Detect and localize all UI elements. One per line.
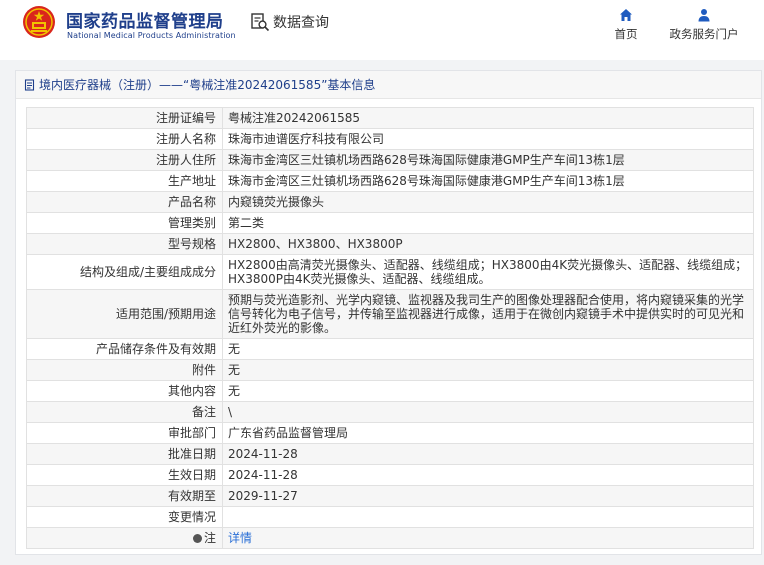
data-query-link[interactable]: 数据查询 [250,11,329,33]
field-label: 其他内容 [26,380,223,402]
data-query-label: 数据查询 [273,15,329,31]
field-label: 产品名称 [26,191,223,213]
field-value: 2024-11-28 [222,443,754,465]
field-label: 审批部门 [26,422,223,444]
national-emblem-icon [23,6,55,38]
field-value-note: 详情 [222,527,754,549]
nav-home[interactable]: 首页 [606,8,646,42]
home-icon [620,9,632,21]
table-row: 产品名称 内窥镜荧光摄像头 [26,191,754,213]
field-label: 注册人住所 [26,149,223,171]
table-row: 批准日期 2024-11-28 [26,443,754,465]
table-row: 型号规格 HX2800、HX3800、HX3800P [26,233,754,255]
table-row: 结构及组成/主要组成成分 HX2800由高清荧光摄像头、适配器、线缆组成；HX3… [26,254,754,290]
field-value: 无 [222,380,754,402]
table-row: 产品储存条件及有效期 无 [26,338,754,360]
field-value: \ [222,401,754,423]
table-row: 生效日期 2024-11-28 [26,464,754,486]
field-label: 备注 [26,401,223,423]
document-search-icon [251,13,270,32]
registration-info-table: 注册证编号 粤械注准20242061585 注册人名称 珠海市迪谱医疗科技有限公… [26,107,754,549]
field-value: 粤械注准20242061585 [222,107,754,129]
nav-portal-label: 政务服务门户 [669,27,739,41]
brand-title: 国家药品监督管理局 [66,12,224,32]
table-row: 变更情况 [26,506,754,528]
field-value: 珠海市迪谱医疗科技有限公司 [222,128,754,150]
site-header: 国家药品监督管理局 National Medical Products Admi… [0,0,764,52]
field-label: 变更情况 [26,506,223,528]
breadcrumb-text: 境内医疗器械（注册）——“粤械注准20242061585”基本信息 [39,78,376,92]
field-value: 内窥镜荧光摄像头 [222,191,754,213]
field-value: 2024-11-28 [222,464,754,486]
field-value: 预期与荧光造影剂、光学内窥镜、监视器及我司生产的图像处理器配合使用，将内窥镜采集… [222,289,754,339]
field-label: 注册证编号 [26,107,223,129]
nav-home-label: 首页 [614,27,638,41]
field-label: 批准日期 [26,443,223,465]
table-row: 附件 无 [26,359,754,381]
table-row: 有效期至 2029-11-27 [26,485,754,507]
field-label: 管理类别 [26,212,223,234]
field-label: 附件 [26,359,223,381]
brand-subtitle: National Medical Products Administration [67,31,236,40]
field-value: 珠海市金湾区三灶镇机场西路628号珠海国际健康港GMP生产车间13栋1层 [222,170,754,192]
note-label: 注 [203,531,216,545]
table-row: 管理类别 第二类 [26,212,754,234]
field-value: 广东省药品监督管理局 [222,422,754,444]
detail-link[interactable]: 详情 [228,531,252,545]
detail-card: 境内医疗器械（注册）——“粤械注准20242061585”基本信息 注册证编号 … [15,70,762,555]
document-icon [24,78,35,91]
field-value: 第二类 [222,212,754,234]
field-value: HX2800由高清荧光摄像头、适配器、线缆组成；HX3800由4K荧光摄像头、适… [222,254,754,290]
nav-service-portal[interactable]: 政务服务门户 [664,8,744,42]
field-value: 珠海市金湾区三灶镇机场西路628号珠海国际健康港GMP生产车间13栋1层 [222,149,754,171]
field-label: 产品储存条件及有效期 [26,338,223,360]
field-label: 结构及组成/主要组成成分 [26,254,223,290]
field-label: 注册人名称 [26,128,223,150]
table-row: 注册人住所 珠海市金湾区三灶镇机场西路628号珠海国际健康港GMP生产车间13栋… [26,149,754,171]
breadcrumb: 境内医疗器械（注册）——“粤械注准20242061585”基本信息 [16,71,761,99]
field-value: 2029-11-27 [222,485,754,507]
field-value: 无 [222,359,754,381]
field-label: 生产地址 [26,170,223,192]
table-row: 注册人名称 珠海市迪谱医疗科技有限公司 [26,128,754,150]
user-icon [698,9,710,22]
table-row: 审批部门 广东省药品监督管理局 [26,422,754,444]
note-bullet-icon [192,534,202,543]
field-value [222,506,754,528]
field-label: 型号规格 [26,233,223,255]
field-label: 适用范围/预期用途 [26,289,223,339]
table-row-note: 注 详情 [26,527,754,549]
table-row: 其他内容 无 [26,380,754,402]
table-row: 适用范围/预期用途 预期与荧光造影剂、光学内窥镜、监视器及我司生产的图像处理器配… [26,289,754,339]
field-value: 无 [222,338,754,360]
field-label-note: 注 [26,527,223,549]
table-row: 备注 \ [26,401,754,423]
table-row: 生产地址 珠海市金湾区三灶镇机场西路628号珠海国际健康港GMP生产车间13栋1… [26,170,754,192]
field-label: 有效期至 [26,485,223,507]
field-label: 生效日期 [26,464,223,486]
field-value: HX2800、HX3800、HX3800P [222,233,754,255]
table-row: 注册证编号 粤械注准20242061585 [26,107,754,129]
